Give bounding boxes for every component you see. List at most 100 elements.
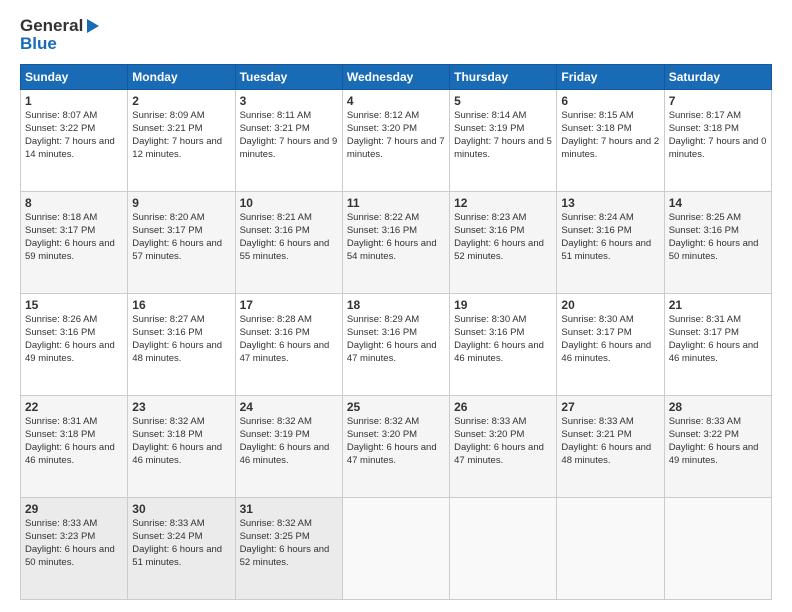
col-header-saturday: Saturday <box>664 65 771 90</box>
daylight-text: Daylight: 6 hours and 46 minutes. <box>454 340 544 364</box>
logo-general: General <box>20 16 83 36</box>
calendar-cell <box>557 498 664 600</box>
calendar-cell: 2Sunrise: 8:09 AM Sunset: 3:21 PM Daylight… <box>128 90 235 192</box>
daylight-text: Daylight: 6 hours and 50 minutes. <box>25 544 115 568</box>
daylight-text: Daylight: 6 hours and 59 minutes. <box>25 238 115 262</box>
sunset-text: Sunset: 3:16 PM <box>240 225 310 236</box>
day-number: 18 <box>347 297 445 313</box>
calendar-cell: 17Sunrise: 8:28 AMSunset: 3:16 PMDayligh… <box>235 294 342 396</box>
sunset-text: Sunset: 3:23 PM <box>25 531 95 542</box>
calendar-cell: 3Sunrise: 8:11 AMSunset: 3:21 PMDaylight… <box>235 90 342 192</box>
header: General Blue <box>20 16 772 54</box>
sunrise-text: Sunrise: 8:33 AM <box>561 416 633 427</box>
day-number: 22 <box>25 399 123 415</box>
sunrise-text: Sunrise: 8:31 AM <box>669 314 741 325</box>
sunset-text: Sunset: 3:19 PM <box>454 123 524 134</box>
day-number: 9 <box>132 195 230 211</box>
daylight-text: Daylight: 6 hours and 47 minutes. <box>240 340 330 364</box>
daylight-text: Daylight: 6 hours and 47 minutes. <box>347 442 437 466</box>
day-number: 15 <box>25 297 123 313</box>
daylight-text: Daylight: 7 hours and 14 minutes. <box>25 136 115 160</box>
calendar-cell: 12Sunrise: 8:23 AMSunset: 3:16 PMDayligh… <box>450 192 557 294</box>
col-header-wednesday: Wednesday <box>342 65 449 90</box>
calendar-cell: 1Sunrise: 8:07 AMSunset: 3:22 PMDaylight… <box>21 90 128 192</box>
sunrise-text: Sunrise: 8:32 AM <box>132 416 204 427</box>
daylight-text: Daylight: 7 hours and 2 minutes. <box>561 136 659 160</box>
week-row-4: 22Sunrise: 8:31 AM Sunset: 3:18 PM Dayligh… <box>21 396 772 498</box>
sunrise-text: Sunrise: 8:27 AM <box>132 314 204 325</box>
col-header-sunday: Sunday <box>21 65 128 90</box>
sunrise-text: Sunrise: 8:11 AM <box>240 110 312 121</box>
sunrise-text: Sunrise: 8:09 AM <box>132 110 204 121</box>
sunrise-text: Sunrise: 8:32 AM <box>347 416 419 427</box>
sunrise-text: Sunrise: 8:17 AM <box>669 110 741 121</box>
sunset-text: Sunset: 3:17 PM <box>561 327 631 338</box>
day-number: 31 <box>240 501 338 517</box>
day-number: 23 <box>132 399 230 415</box>
calendar-cell: 6Sunrise: 8:15 AMSunset: 3:18 PMDaylight… <box>557 90 664 192</box>
day-number: 7 <box>669 93 767 109</box>
calendar-cell: 29Sunrise: 8:33 AMSunset: 3:23 PMDayligh… <box>21 498 128 600</box>
calendar-cell: 14Sunrise: 8:25 AMSunset: 3:16 PMDayligh… <box>664 192 771 294</box>
daylight-text: Daylight: 7 hours and 5 minutes. <box>454 136 552 160</box>
calendar-cell: 10Sunrise: 8:21 AMSunset: 3:16 PMDayligh… <box>235 192 342 294</box>
sunset-text: Sunset: 3:19 PM <box>240 429 310 440</box>
sunset-text: Sunset: 3:16 PM <box>132 327 202 338</box>
sunset-text: Sunset: 3:18 PM <box>669 123 739 134</box>
sunset-text: Sunset: 3:21 PM <box>132 123 202 134</box>
week-row-3: 15Sunrise: 8:26 AMSunset: 3:16 PMDayligh… <box>21 294 772 396</box>
sunset-text: Sunset: 3:16 PM <box>454 225 524 236</box>
sunset-text: Sunset: 3:20 PM <box>454 429 524 440</box>
daylight-text: Daylight: 6 hours and 47 minutes. <box>454 442 544 466</box>
calendar-cell: 8Sunrise: 8:18 AMSunset: 3:17 PMDaylight… <box>21 192 128 294</box>
day-number: 25 <box>347 399 445 415</box>
calendar-cell: 24Sunrise: 8:32 AMSunset: 3:19 PMDayligh… <box>235 396 342 498</box>
calendar-cell <box>664 498 771 600</box>
sunrise-text: Sunrise: 8:31 AM <box>25 416 97 427</box>
sunrise-text: Sunrise: 8:24 AM <box>561 212 633 223</box>
day-number: 10 <box>240 195 338 211</box>
day-number: 28 <box>669 399 767 415</box>
sunrise-text: Sunrise: 8:20 AM <box>132 212 204 223</box>
sunrise-text: Sunrise: 8:15 AM <box>561 110 633 121</box>
page: General Blue SundayMondayTuesdayWednesda… <box>0 0 792 612</box>
sunrise-text: Sunrise: 8:14 AM <box>454 110 526 121</box>
sunrise-text: Sunrise: 8:25 AM <box>669 212 741 223</box>
daylight-text: Daylight: 6 hours and 57 minutes. <box>132 238 222 262</box>
calendar-cell: 13Sunrise: 8:24 AMSunset: 3:16 PMDayligh… <box>557 192 664 294</box>
calendar-cell: 22Sunrise: 8:31 AMSunset: 3:18 PMDayligh… <box>21 396 128 498</box>
calendar-cell: 18Sunrise: 8:29 AMSunset: 3:16 PMDayligh… <box>342 294 449 396</box>
day-number: 30 <box>132 501 230 517</box>
calendar-cell: 4Sunrise: 8:12 AMSunset: 3:20 PMDaylight… <box>342 90 449 192</box>
sunset-text: Sunset: 3:18 PM <box>132 429 202 440</box>
calendar-cell: 19Sunrise: 8:30 AMSunset: 3:16 PMDayligh… <box>450 294 557 396</box>
calendar-table: SundayMondayTuesdayWednesdayThursdayFrid… <box>20 64 772 600</box>
daylight-text: Daylight: 6 hours and 49 minutes. <box>25 340 115 364</box>
sunrise-text: Sunrise: 8:28 AM <box>240 314 312 325</box>
day-number: 1 <box>25 93 123 109</box>
sunset-text: Sunset: 3:16 PM <box>25 327 95 338</box>
day-header-row: SundayMondayTuesdayWednesdayThursdayFrid… <box>21 65 772 90</box>
daylight-text: Daylight: 6 hours and 48 minutes. <box>132 340 222 364</box>
daylight-text: Daylight: 7 hours and 12 minutes. <box>132 136 222 160</box>
calendar-cell: 31Sunrise: 8:32 AMSunset: 3:25 PMDayligh… <box>235 498 342 600</box>
daylight-text: Daylight: 6 hours and 50 minutes. <box>669 238 759 262</box>
day-number: 24 <box>240 399 338 415</box>
sunset-text: Sunset: 3:17 PM <box>25 225 95 236</box>
day-number: 16 <box>132 297 230 313</box>
col-header-thursday: Thursday <box>450 65 557 90</box>
day-number: 2 <box>132 93 230 109</box>
day-number: 12 <box>454 195 552 211</box>
sunset-text: Sunset: 3:16 PM <box>454 327 524 338</box>
day-number: 14 <box>669 195 767 211</box>
sunrise-text: Sunrise: 8:22 AM <box>347 212 419 223</box>
calendar-cell: 16Sunrise: 8:27 AM Sunset: 3:16 PM Dayligh… <box>128 294 235 396</box>
sunrise-text: Sunrise: 8:32 AM <box>240 518 312 529</box>
day-number: 11 <box>347 195 445 211</box>
daylight-text: Daylight: 6 hours and 54 minutes. <box>347 238 437 262</box>
calendar-cell: 26Sunrise: 8:33 AMSunset: 3:20 PMDayligh… <box>450 396 557 498</box>
day-number: 26 <box>454 399 552 415</box>
daylight-text: Daylight: 7 hours and 9 minutes. <box>240 136 338 160</box>
sunset-text: Sunset: 3:16 PM <box>347 225 417 236</box>
calendar-cell <box>450 498 557 600</box>
